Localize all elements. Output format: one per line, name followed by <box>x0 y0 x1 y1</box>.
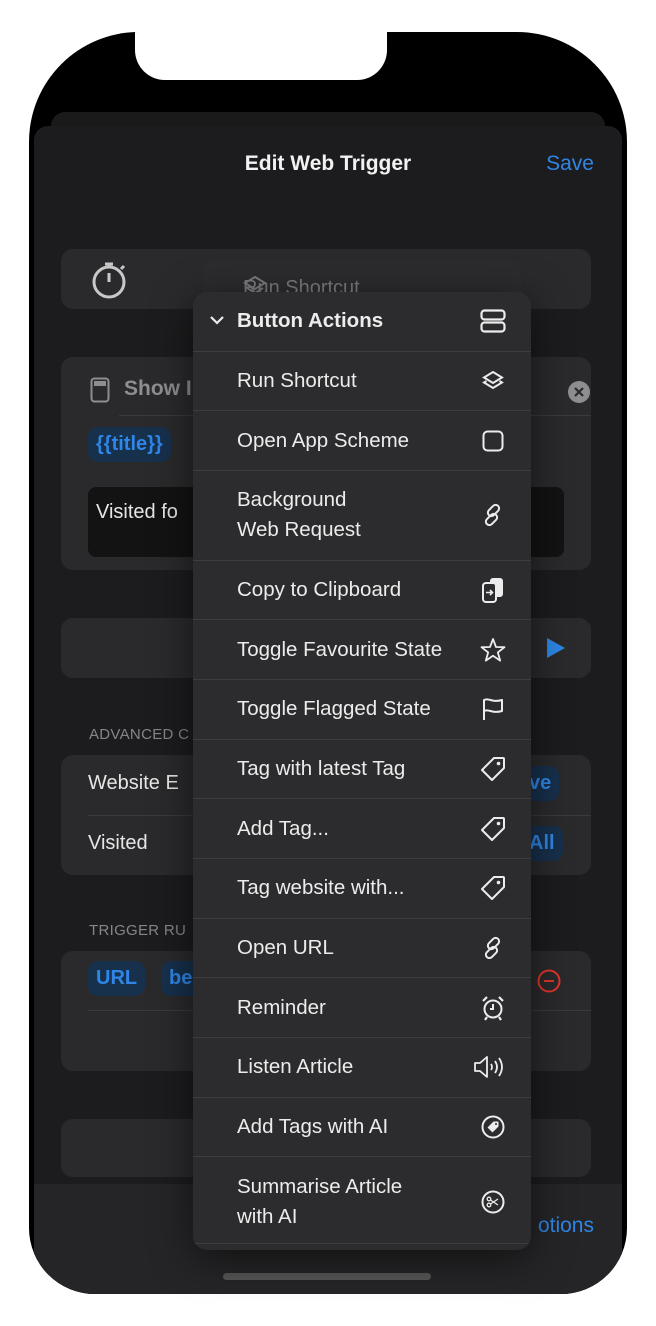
menu-header-label: Button Actions <box>237 309 384 333</box>
menu-item-label: Listen Article <box>237 1055 354 1079</box>
menu-item-label: Run Shortcut <box>237 369 357 393</box>
link-icon <box>479 934 507 962</box>
label-line-2: Web Request <box>237 518 361 542</box>
menu-item-add-tag[interactable]: Add Tag... <box>193 799 531 859</box>
menu-header[interactable]: Button Actions <box>193 292 531 352</box>
scissors-circle-icon <box>479 1188 507 1216</box>
menu-item-add-tags-with-ai[interactable]: Add Tags with AI <box>193 1098 531 1158</box>
menu-item-label: Toggle Flagged State <box>237 697 431 721</box>
menu-item-label: Reminder <box>237 995 326 1019</box>
menu-item-open-url[interactable]: Open URL <box>193 919 531 979</box>
link-icon <box>479 501 507 529</box>
menu-item-toggle-favourite-state[interactable]: Toggle Favourite State <box>193 620 531 680</box>
menu-item-label: Add Tags with AI <box>237 1115 389 1139</box>
xmark-circle-icon[interactable] <box>567 380 591 404</box>
menu-item-toggle-flagged-state[interactable]: Toggle Flagged State <box>193 680 531 740</box>
tag-icon <box>479 874 507 902</box>
menu-item-reminder[interactable]: Reminder <box>193 978 531 1039</box>
tag-icon <box>479 755 507 783</box>
tag-circle-icon <box>479 1113 507 1141</box>
label-line-2: with AI <box>237 1205 298 1229</box>
square-icon <box>479 427 507 455</box>
menu-item-tag-with-latest-tag[interactable]: Tag with latest Tag <box>193 740 531 800</box>
save-button[interactable]: Save <box>546 152 594 176</box>
menu-item-label: Add Tag... <box>237 816 329 840</box>
menu-item-listen-article[interactable]: Listen Article <box>193 1038 531 1098</box>
advanced-section-header: ADVANCED C <box>89 726 190 743</box>
flag-icon <box>479 695 507 723</box>
play-icon <box>547 638 565 658</box>
layers-icon <box>479 367 507 395</box>
website-row-label: Website E <box>88 772 179 794</box>
display-icon <box>90 377 110 403</box>
menu-item-open-app-scheme[interactable]: Open App Scheme <box>193 411 531 472</box>
options-button[interactable]: otions <box>538 1214 594 1238</box>
show-label: Show I <box>124 377 192 400</box>
button-actions-menu: Button Actions Run Shortcut Open App Sch… <box>193 292 531 1250</box>
message-field-value: Visited fo <box>96 501 178 523</box>
menu-item-label: Background Web Request <box>237 485 479 545</box>
trigger-rules-section-header: TRIGGER RU <box>89 922 187 939</box>
speaker-wave-icon <box>473 1053 507 1081</box>
label-line-1: Summarise Article <box>237 1175 403 1199</box>
title-token-chip[interactable]: {{title}} <box>88 427 171 462</box>
menu-item-label: Copy to Clipboard <box>237 577 402 601</box>
visited-row-label: Visited <box>88 832 148 854</box>
home-indicator[interactable] <box>223 1273 431 1280</box>
notch <box>135 32 387 80</box>
menu-item-copy-to-clipboard[interactable]: Copy to Clipboard <box>193 561 531 621</box>
nav-title: Edit Web Trigger <box>244 152 412 175</box>
menu-item-label: Open URL <box>237 936 334 960</box>
menu-item-label: Tag with latest Tag <box>237 756 406 780</box>
menu-item-tag-website-with[interactable]: Tag website with... <box>193 859 531 919</box>
menu-item-run-shortcut[interactable]: Run Shortcut <box>193 352 531 412</box>
alarm-icon <box>479 994 507 1022</box>
stopwatch-icon <box>90 260 128 300</box>
tag-icon <box>479 815 507 843</box>
menu-item-label: Toggle Favourite State <box>237 637 443 661</box>
rule-chip-url[interactable]: URL <box>88 961 146 996</box>
menu-item-label: Summarise Article with AI <box>237 1172 479 1232</box>
menu-item-label: Tag website with... <box>237 876 405 900</box>
chevron-down-icon <box>209 314 225 326</box>
menu-item-label: Open App Scheme <box>237 428 410 452</box>
menu-item-background-web-request[interactable]: Background Web Request <box>193 471 531 561</box>
minus-circle-icon[interactable] <box>537 969 561 993</box>
label-line-1: Background <box>237 488 347 512</box>
star-icon <box>479 636 507 664</box>
menu-item-summarise-article-with-ai[interactable]: Summarise Article with AI <box>193 1157 531 1247</box>
doc-on-clipboard-icon <box>479 576 507 604</box>
rectangle-split-icon <box>479 307 507 335</box>
menu-bottom-divider <box>193 1243 531 1244</box>
